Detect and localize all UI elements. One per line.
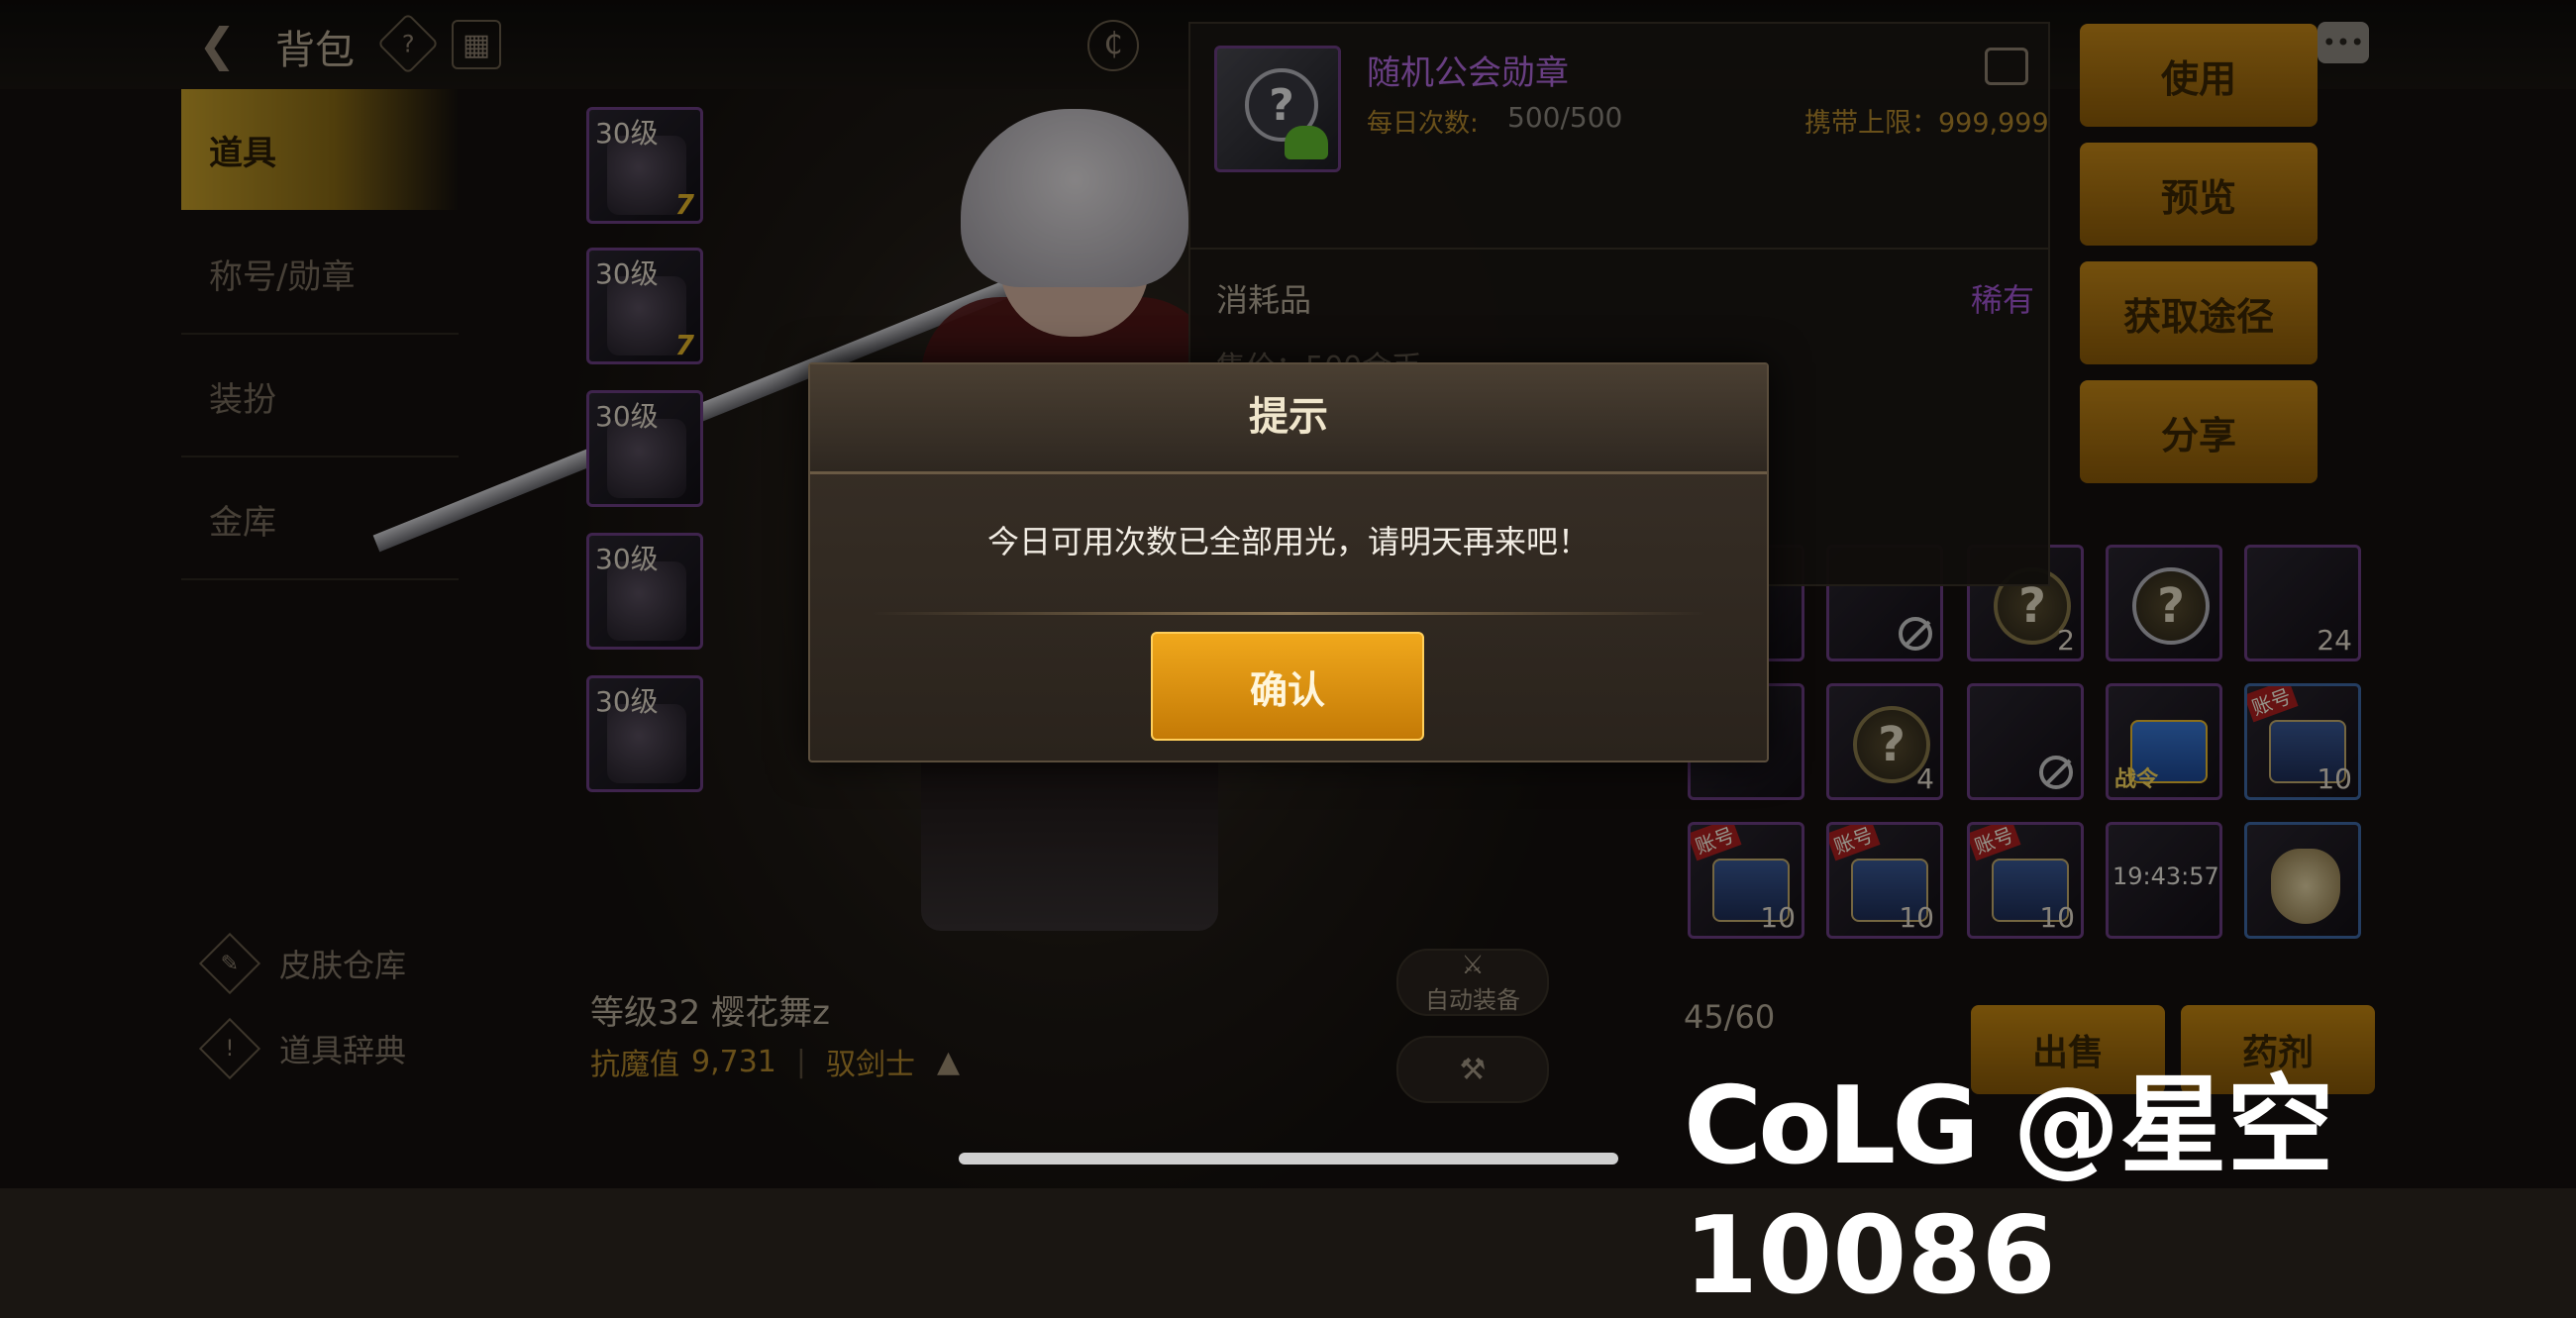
confirm-button[interactable]: 确认 bbox=[1151, 632, 1424, 741]
watermark: CoLG @星空10086 bbox=[1684, 1040, 2576, 1318]
home-indicator[interactable] bbox=[959, 1153, 1618, 1165]
dialog-message: 今日可用次数已全部用光，请明天再来吧！ bbox=[986, 523, 1590, 560]
watermark-logo: CoLG bbox=[1684, 1065, 1980, 1188]
dialog-divider bbox=[872, 612, 1705, 615]
dialog-title: 提示 bbox=[1249, 394, 1328, 440]
confirm-label: 确认 bbox=[1249, 667, 1325, 712]
